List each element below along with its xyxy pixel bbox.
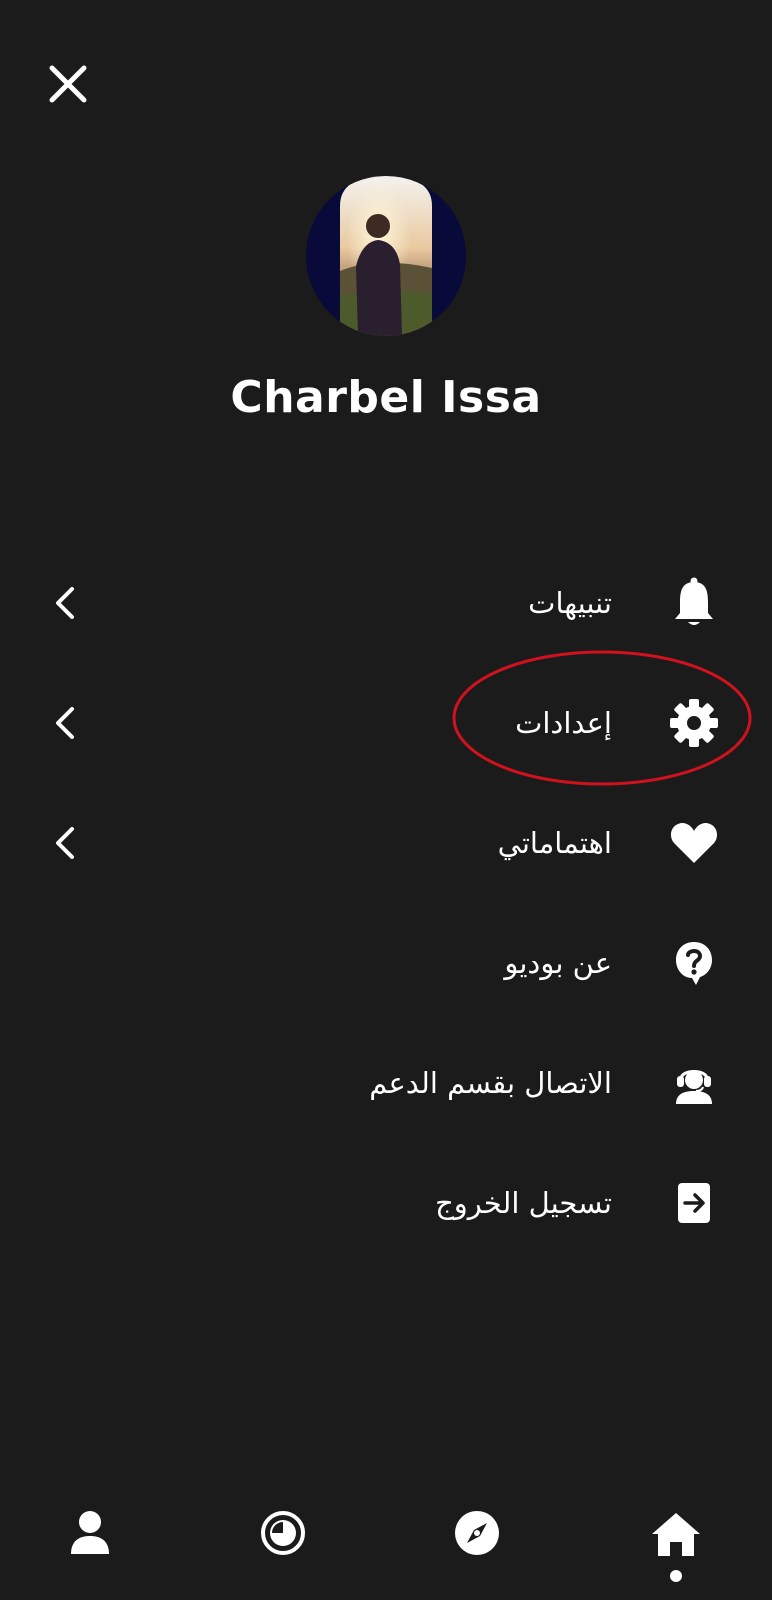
nav-history[interactable] xyxy=(243,1510,323,1590)
menu-item-interests[interactable]: اهتماماتي xyxy=(0,783,772,903)
user-icon xyxy=(68,1510,112,1560)
menu-item-about[interactable]: عن بوديو xyxy=(0,903,772,1023)
nav-profile[interactable] xyxy=(50,1510,130,1590)
menu-item-contact-support[interactable]: الاتصال بقسم الدعم xyxy=(0,1023,772,1143)
home-icon xyxy=(650,1510,702,1562)
gear-icon xyxy=(664,693,724,753)
menu-item-label: تنبيهات xyxy=(528,586,612,620)
close-icon xyxy=(48,64,88,108)
support-agent-icon xyxy=(664,1053,724,1113)
chevron-left-icon[interactable] xyxy=(42,819,90,867)
profile-name: Charbel Issa xyxy=(230,372,542,423)
heart-icon xyxy=(664,813,724,873)
menu-item-label: اهتماماتي xyxy=(497,826,612,860)
chevron-left-icon[interactable] xyxy=(42,579,90,627)
menu-item-label: تسجيل الخروج xyxy=(435,1186,612,1220)
nav-explore[interactable] xyxy=(437,1510,517,1590)
avatar[interactable] xyxy=(306,176,466,336)
menu-item-notifications[interactable]: تنبيهات xyxy=(0,543,772,663)
menu-item-label: عن بوديو xyxy=(504,946,612,980)
compass-icon xyxy=(454,1510,500,1560)
side-menu: تنبيهات إعدادات اهتماماتي عن بوديو الاتص… xyxy=(0,543,772,1263)
bottom-navigation xyxy=(0,1500,772,1600)
logout-icon xyxy=(664,1173,724,1233)
menu-item-label: إعدادات xyxy=(515,706,612,740)
history-icon xyxy=(260,1510,306,1560)
active-indicator-dot xyxy=(670,1570,682,1582)
menu-item-logout[interactable]: تسجيل الخروج xyxy=(0,1143,772,1263)
close-button[interactable] xyxy=(44,62,92,110)
bell-icon xyxy=(664,573,724,633)
menu-item-settings[interactable]: إعدادات xyxy=(0,663,772,783)
chevron-left-icon[interactable] xyxy=(42,699,90,747)
question-bubble-icon xyxy=(664,933,724,993)
menu-item-label: الاتصال بقسم الدعم xyxy=(369,1066,612,1100)
